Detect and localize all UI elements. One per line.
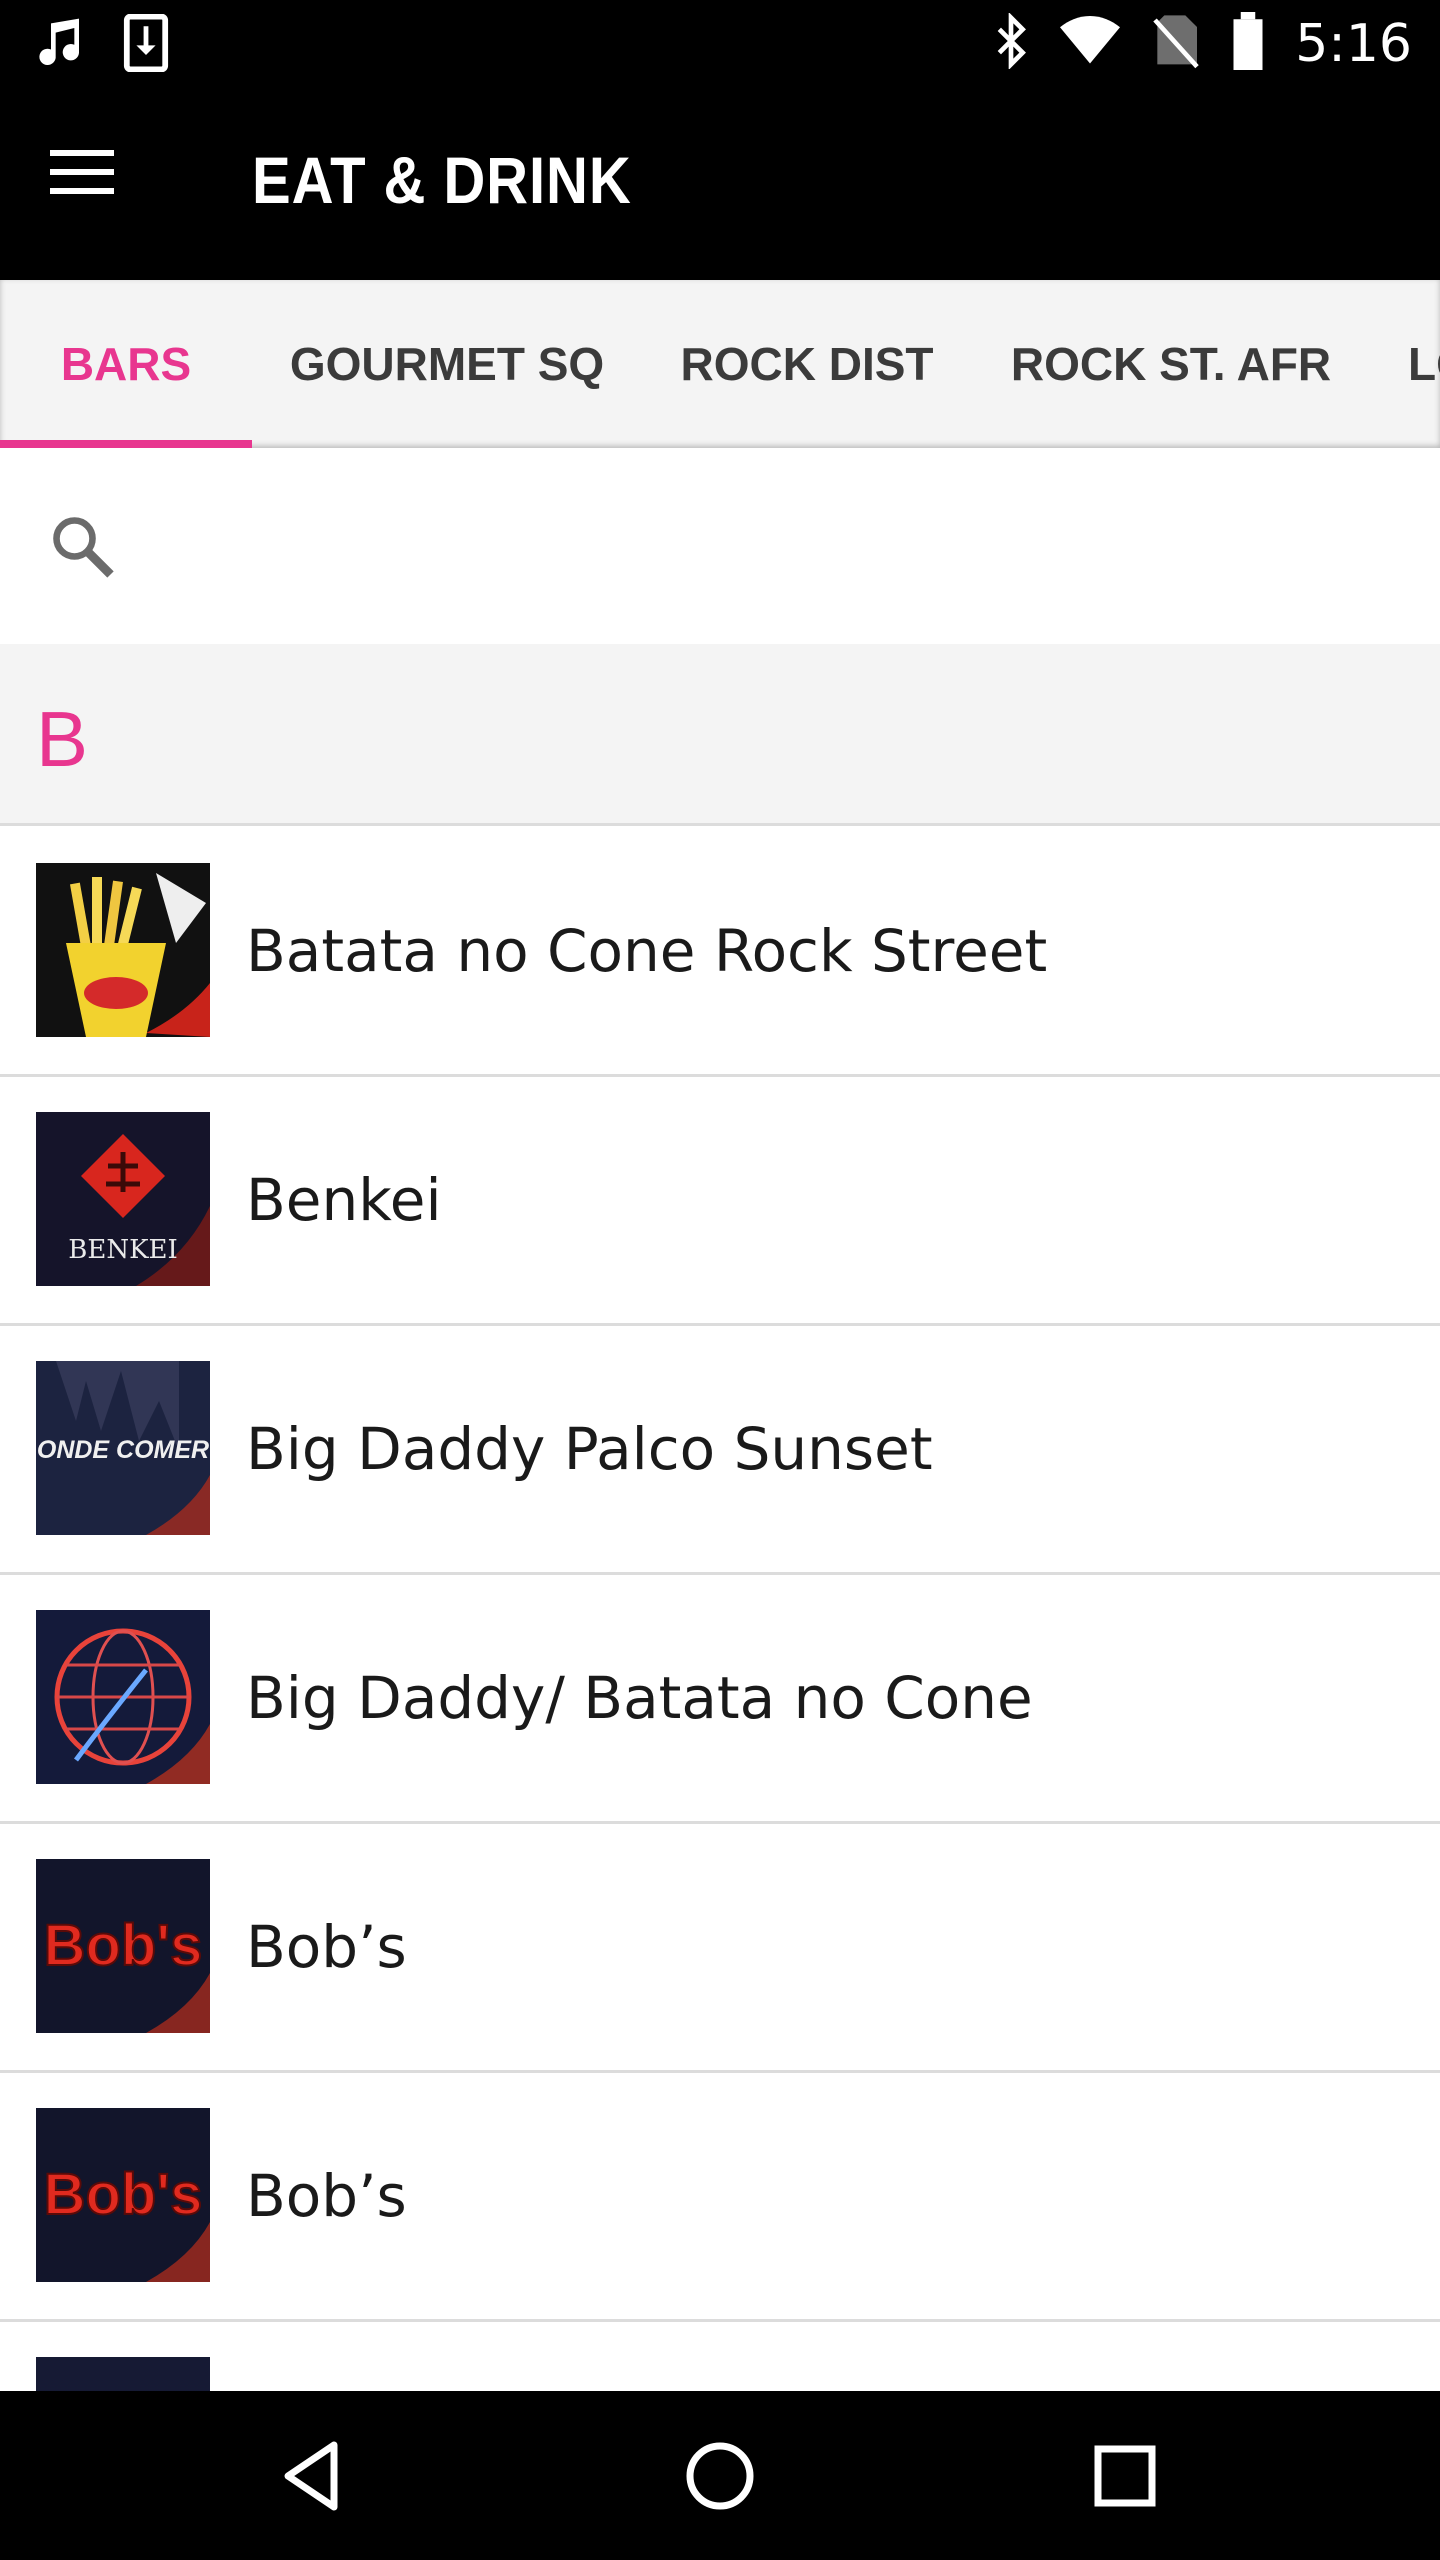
list-item[interactable]: Bob's Bob’s bbox=[0, 2073, 1440, 2322]
wifi-icon bbox=[1059, 16, 1121, 71]
svg-text:Bob's: Bob's bbox=[44, 1913, 203, 1978]
status-time: 5:16 bbox=[1295, 13, 1412, 74]
list-item[interactable]: Big Daddy/ Batata no Cone bbox=[0, 1575, 1440, 1824]
rock-globe-thumbnail bbox=[36, 1610, 210, 1784]
page-title: EAT & DRINK bbox=[252, 143, 632, 217]
svg-text:BENKEI: BENKEI bbox=[68, 1235, 178, 1265]
fries-cone-thumbnail bbox=[36, 863, 210, 1037]
battery-icon bbox=[1231, 12, 1265, 75]
list-item[interactable]: Bob's Bob’s bbox=[0, 1824, 1440, 2073]
venue-name: Bob’s bbox=[246, 1913, 407, 1981]
hamburger-menu-icon[interactable] bbox=[48, 144, 148, 224]
tab-rock-st-afr[interactable]: ROCK ST. AFR bbox=[972, 280, 1370, 448]
svg-text:Bob's: Bob's bbox=[44, 2162, 203, 2227]
partial-thumbnail bbox=[36, 2357, 210, 2391]
section-header: B bbox=[0, 644, 1440, 826]
list-item[interactable]: Batata no Cone Rock Street bbox=[0, 828, 1440, 1077]
list-item[interactable]: BENKEI Benkei bbox=[0, 1077, 1440, 1326]
recents-square-icon[interactable] bbox=[1080, 2431, 1170, 2521]
list-item[interactable]: ONDE COMER Big Daddy Palco Sunset bbox=[0, 1326, 1440, 1575]
venue-name: Big Daddy/ Batata no Cone bbox=[246, 1664, 1033, 1732]
tab-bars[interactable]: BARS bbox=[0, 280, 252, 448]
venue-name: Bob’s bbox=[246, 2162, 407, 2230]
status-bar: 5:16 bbox=[0, 0, 1440, 84]
back-triangle-icon[interactable] bbox=[270, 2431, 360, 2521]
svg-text:ONDE COMER: ONDE COMER bbox=[37, 1436, 209, 1464]
tab-partial[interactable]: LO bbox=[1408, 280, 1440, 448]
download-icon bbox=[122, 13, 170, 77]
home-circle-icon[interactable] bbox=[675, 2431, 765, 2521]
tab-rock-dist[interactable]: ROCK DIST bbox=[642, 280, 972, 448]
search-icon[interactable] bbox=[46, 510, 118, 582]
system-nav-bar bbox=[0, 2391, 1440, 2560]
active-tab-indicator bbox=[0, 440, 252, 448]
venue-list: Batata no Cone Rock Street BENKEI Benkei… bbox=[0, 828, 1440, 2391]
tab-gourmet-sq[interactable]: GOURMET SQ bbox=[252, 280, 642, 448]
venue-name: Batata no Cone Rock Street bbox=[246, 917, 1048, 985]
venue-name: Big Daddy Palco Sunset bbox=[246, 1415, 933, 1483]
category-tabs: BARS GOURMET SQ ROCK DIST ROCK ST. AFR L… bbox=[0, 280, 1440, 448]
bobs-logo-thumbnail: Bob's bbox=[36, 2108, 210, 2282]
list-item[interactable] bbox=[0, 2322, 1440, 2391]
search-bar[interactable] bbox=[0, 448, 1440, 644]
benkei-logo-thumbnail: BENKEI bbox=[36, 1112, 210, 1286]
no-sim-icon bbox=[1151, 13, 1201, 74]
bluetooth-icon bbox=[993, 12, 1029, 74]
onde-comer-thumbnail: ONDE COMER bbox=[36, 1361, 210, 1535]
app-bar: EAT & DRINK bbox=[0, 84, 1440, 280]
music-note-icon bbox=[30, 14, 86, 77]
venue-name: Benkei bbox=[246, 1166, 442, 1234]
bobs-logo-thumbnail: Bob's bbox=[36, 1859, 210, 2033]
section-letter: B bbox=[36, 695, 89, 783]
